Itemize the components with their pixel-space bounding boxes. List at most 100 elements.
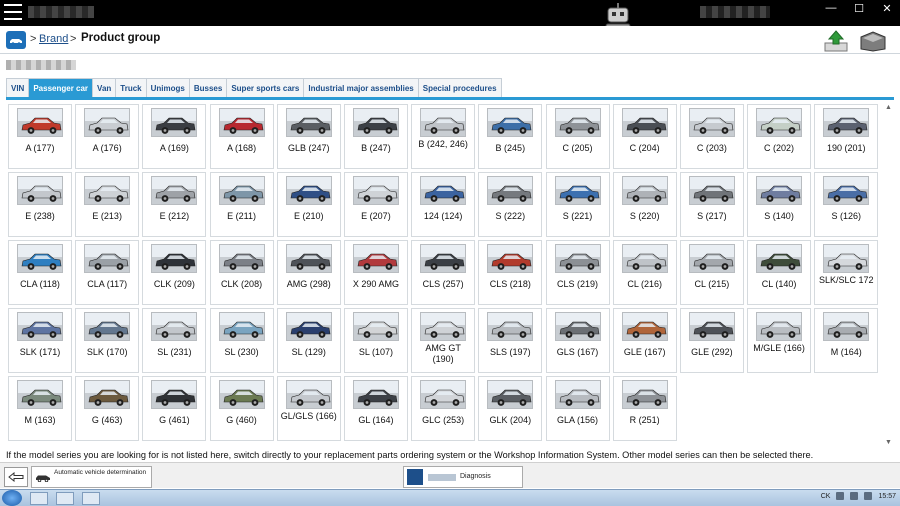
model-tile[interactable]: SL (129) <box>276 308 341 373</box>
back-button[interactable] <box>4 467 28 487</box>
model-tile[interactable]: X 290 AMG <box>343 240 408 305</box>
model-tile[interactable]: M (163) <box>8 376 72 441</box>
model-tile[interactable]: M (164) <box>814 308 879 373</box>
tab-vin[interactable]: VIN <box>6 78 30 98</box>
model-tile[interactable]: E (210) <box>276 172 341 237</box>
model-tile[interactable]: AMG GT (190) <box>411 308 476 373</box>
model-tile[interactable]: CLK (208) <box>209 240 274 305</box>
tab-super-sports-cars[interactable]: Super sports cars <box>227 78 305 98</box>
model-tile[interactable]: 190 (201) <box>814 104 879 169</box>
model-tile[interactable]: SLS (197) <box>478 308 543 373</box>
model-tile[interactable]: E (211) <box>209 172 274 237</box>
model-tile[interactable]: S (126) <box>814 172 879 237</box>
model-tile[interactable]: B (245) <box>478 104 543 169</box>
model-tile[interactable]: GLS (167) <box>545 308 610 373</box>
tab-truck[interactable]: Truck <box>116 78 147 98</box>
model-tile[interactable]: S (221) <box>545 172 610 237</box>
model-tile[interactable]: GLE (167) <box>612 308 677 373</box>
taskbar-folder-icon[interactable] <box>56 492 74 505</box>
model-tile[interactable]: A (176) <box>75 104 140 169</box>
model-tile[interactable]: GLA (156) <box>545 376 610 441</box>
maximize-button[interactable]: ☐ <box>852 2 866 15</box>
model-tile[interactable]: SL (230) <box>209 308 274 373</box>
model-tile[interactable]: CLA (117) <box>75 240 140 305</box>
help-icon[interactable] <box>836 492 845 500</box>
model-tile[interactable]: CLA (118) <box>8 240 72 305</box>
tab-industrial-major-assemblies[interactable]: Industrial major assemblies <box>304 78 419 98</box>
tab-passenger-car[interactable]: Passenger car <box>29 78 94 98</box>
model-tile[interactable]: SLK/SLC 172 <box>814 240 879 305</box>
scroll-down-arrow-icon[interactable]: ▼ <box>885 439 892 446</box>
clock[interactable]: 15:57 <box>878 493 896 500</box>
model-tile[interactable]: GLK (204) <box>478 376 543 441</box>
volume-icon[interactable] <box>864 492 873 500</box>
tab-van[interactable]: Van <box>93 78 117 98</box>
upload-icon[interactable] <box>823 29 849 53</box>
model-tile[interactable]: CLS (257) <box>411 240 476 305</box>
model-tile[interactable]: S (140) <box>747 172 812 237</box>
hamburger-menu-icon[interactable] <box>4 4 22 20</box>
car-home-button[interactable] <box>6 31 26 49</box>
model-tile[interactable]: S (222) <box>478 172 543 237</box>
minimize-button[interactable]: — <box>824 2 838 15</box>
car-thumbnail-image <box>218 312 265 341</box>
model-tile[interactable]: CLS (218) <box>478 240 543 305</box>
model-tile[interactable]: G (461) <box>142 376 207 441</box>
model-label: CLS (218) <box>489 279 531 289</box>
automatic-vehicle-determination-button[interactable]: Automatic vehicle determination <box>31 466 152 488</box>
car-thumbnail-image <box>352 244 399 273</box>
model-tile[interactable]: C (204) <box>612 104 677 169</box>
model-tile[interactable]: GL (164) <box>343 376 408 441</box>
start-button[interactable] <box>2 490 22 506</box>
language-indicator[interactable]: CK <box>821 493 831 500</box>
model-tile[interactable]: SL (107) <box>343 308 408 373</box>
model-tile[interactable]: CL (215) <box>679 240 744 305</box>
model-tile[interactable]: E (207) <box>343 172 408 237</box>
model-tile[interactable]: GLB (247) <box>276 104 341 169</box>
model-tile[interactable]: 124 (124) <box>411 172 476 237</box>
category-tabs: VIN Passenger car Van Truck Unimogs Busses Sup… <box>6 78 502 98</box>
grid-scrollbar[interactable]: ▲ ▼ <box>883 104 895 446</box>
model-tile[interactable]: A (169) <box>142 104 207 169</box>
model-tile[interactable]: E (213) <box>75 172 140 237</box>
model-tile[interactable]: CLS (219) <box>545 240 610 305</box>
model-tile[interactable]: C (203) <box>679 104 744 169</box>
model-tile[interactable]: E (212) <box>142 172 207 237</box>
taskbar-app-icon[interactable] <box>82 492 100 505</box>
model-tile[interactable]: A (168) <box>209 104 274 169</box>
diagnosis-button[interactable]: Diagnosis <box>403 466 523 488</box>
breadcrumb-brand-link[interactable]: Brand <box>39 33 68 45</box>
model-tile[interactable]: S (217) <box>679 172 744 237</box>
model-tile[interactable]: C (205) <box>545 104 610 169</box>
scroll-up-arrow-icon[interactable]: ▲ <box>885 104 892 111</box>
model-tile[interactable]: B (247) <box>343 104 408 169</box>
model-tile[interactable]: SL (231) <box>142 308 207 373</box>
model-tile[interactable]: C (202) <box>747 104 812 169</box>
manual-book-icon[interactable] <box>858 29 888 53</box>
model-label: M (164) <box>830 347 862 357</box>
model-tile[interactable]: CL (216) <box>612 240 677 305</box>
model-tile[interactable]: GLC (253) <box>411 376 476 441</box>
tab-busses[interactable]: Busses <box>189 78 228 98</box>
model-tile[interactable]: R (251) <box>612 376 677 441</box>
model-tile[interactable]: A (177) <box>8 104 72 169</box>
close-button[interactable]: ✕ <box>880 2 894 15</box>
model-tile[interactable]: CL (140) <box>747 240 812 305</box>
network-icon[interactable] <box>850 492 859 500</box>
model-tile[interactable]: E (238) <box>8 172 72 237</box>
model-tile[interactable]: G (463) <box>75 376 140 441</box>
taskbar-ie-icon[interactable] <box>30 492 48 505</box>
model-tile[interactable]: GL/GLS (166) <box>276 376 341 441</box>
model-tile[interactable]: AMG (298) <box>276 240 341 305</box>
model-tile[interactable]: G (460) <box>209 376 274 441</box>
car-thumbnail-image <box>621 380 668 409</box>
model-tile[interactable]: S (220) <box>612 172 677 237</box>
model-tile[interactable]: M/GLE (166) <box>747 308 812 373</box>
model-tile[interactable]: CLK (209) <box>142 240 207 305</box>
model-tile[interactable]: GLE (292) <box>679 308 744 373</box>
model-tile[interactable]: SLK (170) <box>75 308 140 373</box>
model-tile[interactable]: B (242, 246) <box>411 104 476 169</box>
tab-unimogs[interactable]: Unimogs <box>146 78 190 98</box>
model-tile[interactable]: SLK (171) <box>8 308 72 373</box>
tab-special-procedures[interactable]: Special procedures <box>418 78 502 98</box>
